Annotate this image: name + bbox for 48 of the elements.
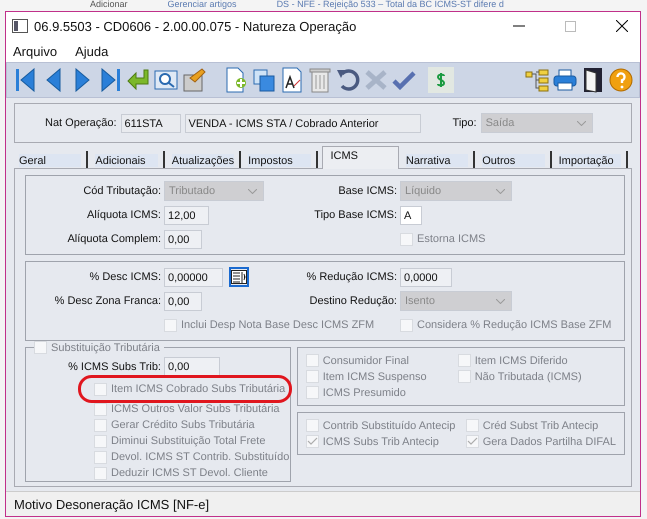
checkbox-label: ICMS Presumido — [322, 386, 406, 398]
field-label: % Desc ICMS: — [88, 271, 161, 283]
field-label: % ICMS Subs Trib: — [67, 360, 161, 372]
checkbox-label: Contrib Substituído Antecip — [322, 420, 456, 432]
field-label: Alíquota ICMS: — [86, 209, 161, 221]
checkbox-label: Créd Subst Trib Antecip — [482, 420, 598, 432]
checkbox-label: Item ICMS Suspenso — [322, 370, 427, 382]
tab[interactable]: ICMS — [322, 146, 399, 169]
checkbox-label: Não Tributada (ICMS) — [474, 370, 582, 382]
menu-item[interactable]: Arquivo — [13, 44, 58, 58]
field-label: Base ICMS: — [337, 185, 397, 197]
checkbox-label: Gera Dados Partilha DIFAL — [482, 436, 616, 448]
checkbox-label: Consumidor Final — [322, 354, 409, 366]
checkbox-label: Devol. ICMS ST Contrib. Substituído — [111, 451, 290, 463]
field-label: Alíquota Complem: — [66, 233, 161, 245]
checkbox-label: ICMS Subs Trib Antecip — [322, 436, 439, 448]
field-label: Tipo Base ICMS: — [313, 209, 397, 221]
checkbox-label: Item ICMS Cobrado Subs Tributária — [111, 383, 286, 395]
menu-item[interactable]: Ajuda — [75, 44, 108, 58]
tab[interactable]: Impostos — [245, 151, 318, 168]
field-label: % Desc Zona Franca: — [54, 295, 161, 307]
checkbox-label: Inclui Desp Nota Base Desc ICMS ZFM — [181, 319, 374, 331]
tab[interactable]: Adicionais — [92, 151, 165, 168]
field-label: % Redução ICMS: — [306, 271, 397, 283]
field-label: Tipo: — [452, 117, 477, 129]
browser-tab[interactable]: Adicionar — [90, 0, 128, 10]
input-field[interactable]: 0,00 — [164, 357, 220, 376]
description-field[interactable]: VENDA - ICMS STA / Cobrado Anterior — [184, 114, 421, 132]
tab[interactable]: Atualizações — [168, 151, 242, 168]
checkbox-label: Item ICMS Diferido — [474, 354, 568, 366]
field-label: Nat Operação: — [45, 117, 117, 129]
tab[interactable]: Outros — [479, 151, 552, 168]
checkbox-label: Deduzir ICMS ST Devol. Cliente — [111, 467, 268, 479]
group-title: Substituição Tributária — [51, 342, 160, 354]
checkbox-label: Considera % Redução ICMS Base ZFM — [417, 319, 612, 331]
checkbox-label: Estorna ICMS — [417, 233, 486, 245]
browser-tab[interactable]: Gerenciar artigos — [168, 0, 237, 10]
field-label: Destino Redução: — [308, 295, 397, 307]
checkbox-label: ICMS Outros Valor Subs Tributária — [111, 403, 280, 415]
window-title: 06.9.5503 - CD0606 - 2.00.00.075 - Natureza Operação — [34, 18, 358, 34]
checkbox-label: Diminui Substituição Total Frete — [111, 435, 266, 447]
input-field[interactable]: A — [400, 206, 422, 224]
browser-tab[interactable]: DS - NFE - Rejeição 533 – Total da BC ICMS-ST difere d — [276, 0, 504, 10]
checkbox-label: Gerar Crédito Subs Tributária — [111, 419, 255, 431]
status-text: Motivo Desoneração ICMS [NF-e] — [14, 496, 210, 512]
field-label: Cód Tributação: — [82, 185, 161, 197]
tab[interactable]: Geral — [16, 151, 88, 168]
code-field[interactable]: 611STA — [120, 114, 181, 132]
